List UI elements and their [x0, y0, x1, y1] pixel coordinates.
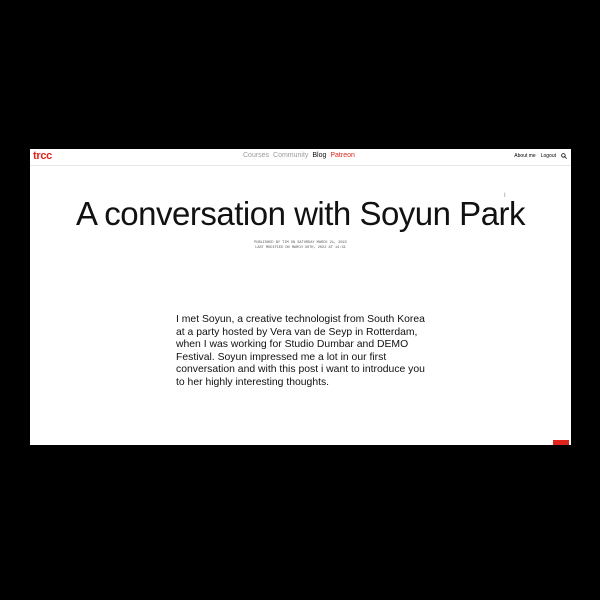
- main-nav: Courses Community Blog Patreon: [243, 152, 357, 159]
- corner-button[interactable]: [553, 440, 569, 445]
- nav-item-patreon[interactable]: Patreon: [330, 152, 355, 159]
- logout-link[interactable]: Logout: [541, 153, 556, 159]
- about-me-link[interactable]: About me: [514, 153, 535, 159]
- browser-viewport: trcc Courses Community Blog Patreon Abou…: [30, 149, 571, 445]
- modified-line: LAST MODIFIED ON MARCH 30TH, 2022 AT 14:…: [255, 246, 346, 250]
- search-icon[interactable]: [561, 153, 567, 159]
- article-meta: PUBLISHED BY TIM ON SATURDAY MARCH 21, 2…: [30, 241, 571, 251]
- article-intro: I met Soyun, a creative technologist fro…: [176, 314, 425, 388]
- site-logo[interactable]: trcc: [33, 150, 52, 162]
- nav-item-blog[interactable]: Blog: [312, 152, 326, 159]
- article-title: A conversation with Soyun Park: [75, 195, 526, 232]
- nav-item-courses[interactable]: Courses: [243, 152, 269, 159]
- nav-item-community[interactable]: Community: [273, 152, 308, 159]
- user-nav: About me Logout: [514, 153, 567, 159]
- top-navigation-bar: trcc Courses Community Blog Patreon Abou…: [30, 149, 571, 166]
